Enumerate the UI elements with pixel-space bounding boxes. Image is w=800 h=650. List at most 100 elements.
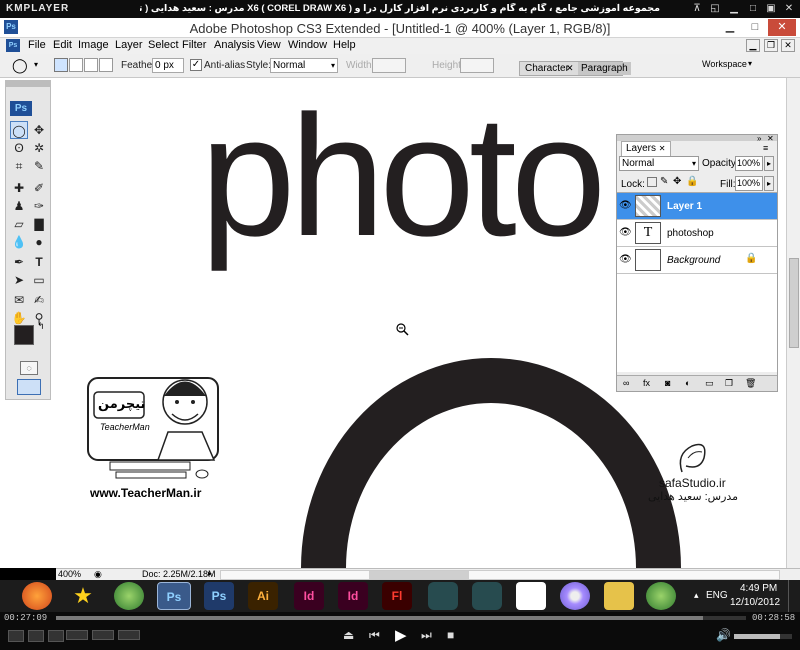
firefox-icon[interactable] (22, 582, 52, 610)
volume-icon[interactable]: 🔊 (716, 628, 731, 642)
next-icon[interactable]: ⏭ (421, 628, 432, 643)
minimize-button[interactable]: ▁ (718, 19, 742, 36)
kmp-close-button[interactable]: ✕ (782, 2, 796, 16)
menu-view[interactable]: View (257, 39, 281, 51)
close-button[interactable]: ✕ (768, 19, 796, 36)
feather-input[interactable]: 0 px (152, 58, 184, 73)
pen-tool-icon[interactable]: ✒ (10, 253, 28, 271)
maximize-button[interactable]: □ (743, 19, 767, 36)
crop-tool-icon[interactable]: ⌗ (10, 157, 28, 175)
delete-layer-icon[interactable]: 🗑 (745, 378, 756, 389)
photoshop-icon[interactable]: Ps (157, 582, 191, 610)
corel-icon[interactable] (114, 582, 144, 610)
foreground-color-swatch[interactable] (14, 325, 34, 345)
indesign-icon[interactable]: Id (294, 582, 324, 610)
dodge-tool-icon[interactable]: ● (30, 233, 48, 251)
type-tool-icon[interactable]: T (30, 253, 48, 271)
link-layers-icon[interactable]: ∞ (623, 378, 629, 388)
height-input[interactable] (460, 58, 494, 73)
new-layer-icon[interactable]: ❐ (725, 378, 733, 389)
gradient-tool-icon[interactable]: ▇ (30, 215, 48, 233)
doc-restore-button[interactable]: ❐ (764, 39, 778, 52)
show-desktop-button[interactable] (788, 580, 800, 612)
new-selection-icon[interactable] (54, 58, 68, 72)
adjustment-layer-icon[interactable]: ◐ (685, 378, 690, 388)
panel-menu-icon[interactable]: ≡ (763, 143, 768, 153)
lock-transparent-icon[interactable] (647, 177, 657, 187)
lock-pixels-icon[interactable]: ✎ (660, 176, 668, 187)
star-icon[interactable]: ★ (68, 582, 98, 610)
path-selection-icon[interactable]: ➤ (10, 271, 28, 289)
rectangle-tool-icon[interactable]: ▭ (30, 271, 48, 289)
eye-icon[interactable]: 👁 (619, 200, 632, 211)
flash-icon[interactable]: Fl (382, 582, 412, 610)
window-size-icon[interactable]: ◱ (708, 2, 722, 16)
clock-time[interactable]: 4:49 PM (740, 583, 777, 594)
chevron-down-icon[interactable]: ▾ (34, 60, 38, 69)
blend-mode-select[interactable]: Normal ▾ (619, 156, 699, 171)
menu-help[interactable]: Help (333, 39, 356, 51)
tab-character[interactable]: Character (525, 63, 569, 74)
menu-filter[interactable]: Filter (182, 39, 206, 51)
brush-tool-icon[interactable]: ✐ (30, 179, 48, 197)
kmp-fullscreen-button[interactable]: ▣ (764, 2, 778, 16)
swap-colors-icon[interactable]: ↰ (37, 321, 45, 332)
lasso-tool-icon[interactable]: ʘ (10, 139, 28, 157)
dvd-icon[interactable] (560, 582, 590, 610)
vertical-scrollbar[interactable] (786, 78, 800, 568)
healing-brush-icon[interactable]: ✚ (10, 179, 28, 197)
tab-paragraph[interactable]: Paragraph (578, 62, 631, 75)
fill-input[interactable]: 100% (735, 176, 763, 191)
pin-icon[interactable]: ⊼ (690, 2, 704, 16)
antialias-checkbox[interactable]: ✓ (190, 59, 202, 71)
menu-edit[interactable]: Edit (53, 39, 72, 51)
quick-mask-icon[interactable]: ◌ (20, 361, 38, 375)
previous-icon[interactable]: ⏮ (369, 628, 380, 643)
elliptical-marquee-preset-icon[interactable]: ◯ (12, 57, 34, 74)
stop-icon[interactable]: ■ (447, 628, 454, 642)
opacity-slider-button[interactable]: ▸ (764, 156, 774, 171)
eject-icon[interactable]: ⏏ (343, 628, 354, 642)
eye-icon[interactable]: 👁 (619, 254, 632, 265)
layer-mask-icon[interactable]: ◙ (665, 378, 670, 388)
lock-position-icon[interactable]: ✥ (673, 176, 681, 187)
style-select[interactable]: Normal ▾ (270, 58, 338, 73)
chevron-down-icon[interactable]: ▾ (748, 59, 752, 68)
tab-layers[interactable]: Layers ✕ (621, 141, 671, 156)
notes-tool-icon[interactable]: ✉ (10, 291, 28, 309)
settings-button[interactable] (28, 630, 44, 642)
layer-style-icon[interactable]: fx (643, 378, 650, 388)
magic-wand-icon[interactable]: ✲ (30, 139, 48, 157)
fill-slider-button[interactable]: ▸ (764, 176, 774, 191)
menu-file[interactable]: File (28, 39, 46, 51)
menu-window[interactable]: Window (288, 39, 327, 51)
blur-tool-icon[interactable]: 💧 (10, 233, 28, 251)
width-input[interactable] (372, 58, 406, 73)
subtract-selection-icon[interactable] (84, 58, 98, 72)
language-indicator[interactable]: ENG (706, 590, 728, 601)
folder-icon[interactable] (604, 582, 634, 610)
workspace-button[interactable]: Workspace (702, 59, 747, 69)
illustrator-icon[interactable]: Ai (248, 582, 278, 610)
collapse-icon[interactable]: » (757, 134, 761, 143)
move-tool-icon[interactable]: ✥ (30, 121, 48, 139)
document-icon[interactable]: Ps (6, 39, 20, 52)
toolbox-grip[interactable] (6, 81, 50, 87)
layer-row-background[interactable]: 👁 Background 🔒 (617, 247, 777, 274)
add-selection-icon[interactable] (69, 58, 83, 72)
corel-icon[interactable] (646, 582, 676, 610)
play-icon[interactable]: ▶ (395, 626, 407, 644)
layer-row-photoshop[interactable]: 👁 T photoshop (617, 220, 777, 247)
equalizer-button[interactable] (48, 630, 64, 642)
menu-analysis[interactable]: Analysis (214, 39, 255, 51)
clock-date[interactable]: 12/10/2012 (730, 597, 780, 608)
menu-layer[interactable]: Layer (115, 39, 143, 51)
elliptical-marquee-tool-icon[interactable]: ◯ (10, 121, 28, 139)
close-icon[interactable]: ✕ (659, 144, 666, 153)
volume-slider[interactable] (734, 634, 792, 639)
scrollbar-thumb[interactable] (369, 571, 469, 579)
indesign-icon[interactable]: Id (338, 582, 368, 610)
eyedropper-tool-icon[interactable]: ✍ (30, 291, 48, 309)
app-icon[interactable] (428, 582, 458, 610)
slice-tool-icon[interactable]: ✎ (30, 157, 48, 175)
